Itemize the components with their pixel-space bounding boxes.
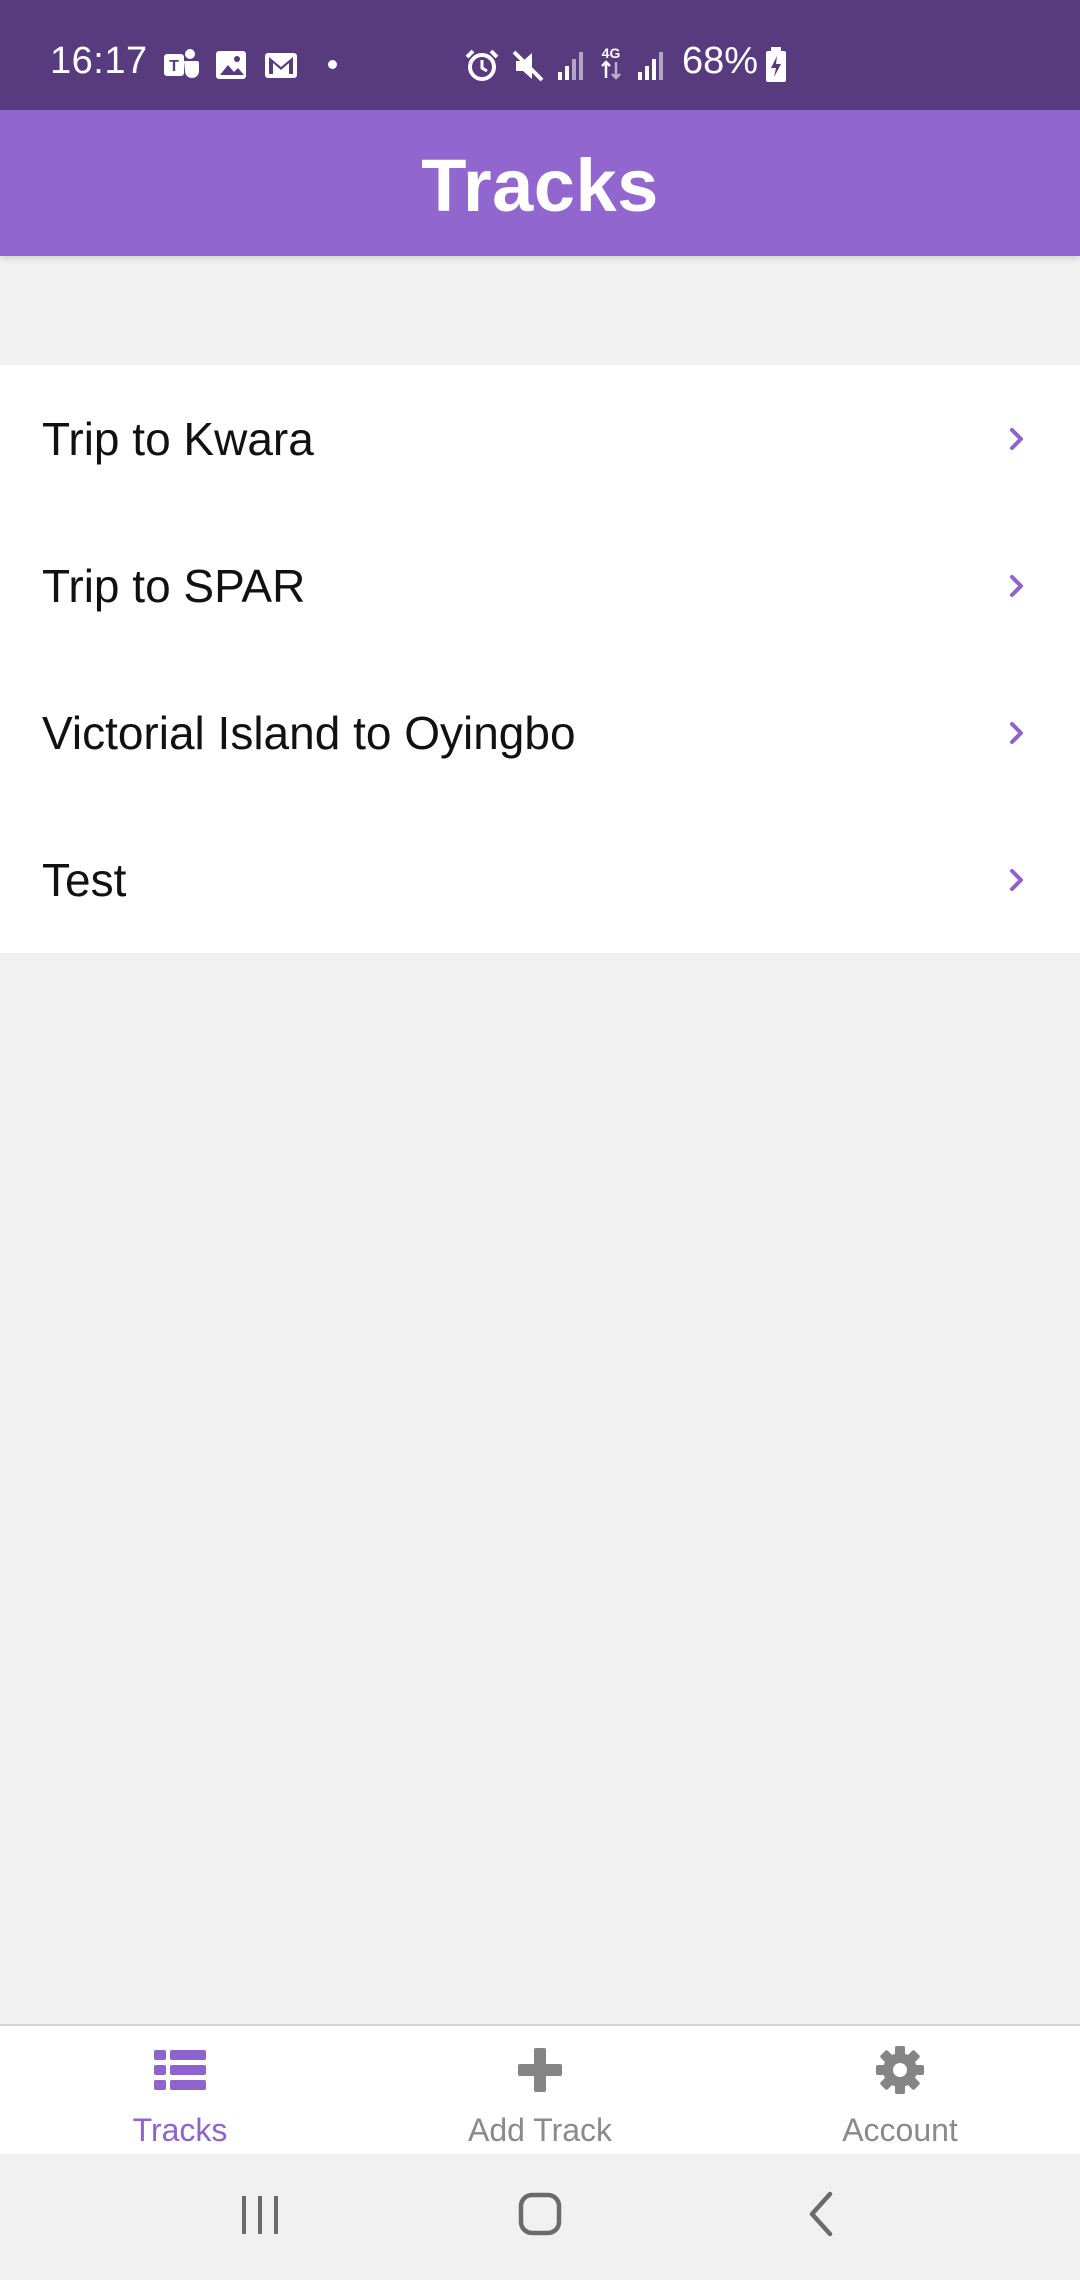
list-icon xyxy=(154,2050,206,2090)
home-icon[interactable] xyxy=(516,2184,564,2244)
mute-icon xyxy=(512,50,544,82)
gmail-icon xyxy=(265,53,297,78)
plus-icon xyxy=(518,2048,562,2092)
list-item[interactable]: Trip to Kwara xyxy=(0,365,1080,512)
battery-charging-icon xyxy=(766,47,786,82)
chevron-right-icon xyxy=(1010,868,1023,891)
app-header: Tracks xyxy=(0,110,1080,256)
tab-label: Tracks xyxy=(132,2112,228,2148)
tab-label: Add Track xyxy=(467,2112,613,2148)
status-bar: 16:17 T 4G 68% xyxy=(0,0,1080,110)
signal-icon xyxy=(638,52,663,80)
list-item[interactable]: Victorial Island to Oyingbo xyxy=(0,659,1080,806)
list-item[interactable]: Trip to SPAR xyxy=(0,512,1080,659)
tab-add-track[interactable]: Add Track xyxy=(360,2026,720,2156)
bottom-nav: Tracks Add Track Account xyxy=(0,2024,1080,2156)
signal-icon xyxy=(558,52,583,80)
tab-tracks[interactable]: Tracks xyxy=(0,2026,360,2156)
track-label: Victorial Island to Oyingbo xyxy=(42,706,576,759)
chevron-right-icon xyxy=(1010,427,1023,450)
tab-label: Account xyxy=(842,2112,958,2148)
alarm-icon xyxy=(465,49,499,81)
chevron-right-icon xyxy=(1010,574,1023,597)
status-time: 16:17 xyxy=(50,40,148,82)
tab-account[interactable]: Account xyxy=(720,2026,1080,2156)
track-label: Test xyxy=(42,853,127,906)
page-title: Tracks xyxy=(421,143,659,227)
teams-icon: T xyxy=(164,49,199,78)
battery-percentage: 68% xyxy=(682,40,759,82)
list-item[interactable]: Test xyxy=(0,806,1080,953)
recent-apps-icon[interactable] xyxy=(238,2184,282,2244)
data-4g-icon: 4G xyxy=(601,45,621,80)
back-icon[interactable] xyxy=(804,2184,838,2244)
svg-text:4G: 4G xyxy=(602,45,621,61)
system-nav-bar xyxy=(0,2154,1080,2280)
track-list: Trip to Kwara Trip to SPAR Victorial Isl… xyxy=(0,365,1080,953)
chevron-right-icon xyxy=(1010,721,1023,744)
track-label: Trip to Kwara xyxy=(42,412,314,465)
track-label: Trip to SPAR xyxy=(42,559,306,612)
gear-icon xyxy=(876,2046,924,2094)
image-icon xyxy=(216,51,246,79)
svg-text:T: T xyxy=(169,58,179,75)
dot-icon xyxy=(328,60,337,69)
